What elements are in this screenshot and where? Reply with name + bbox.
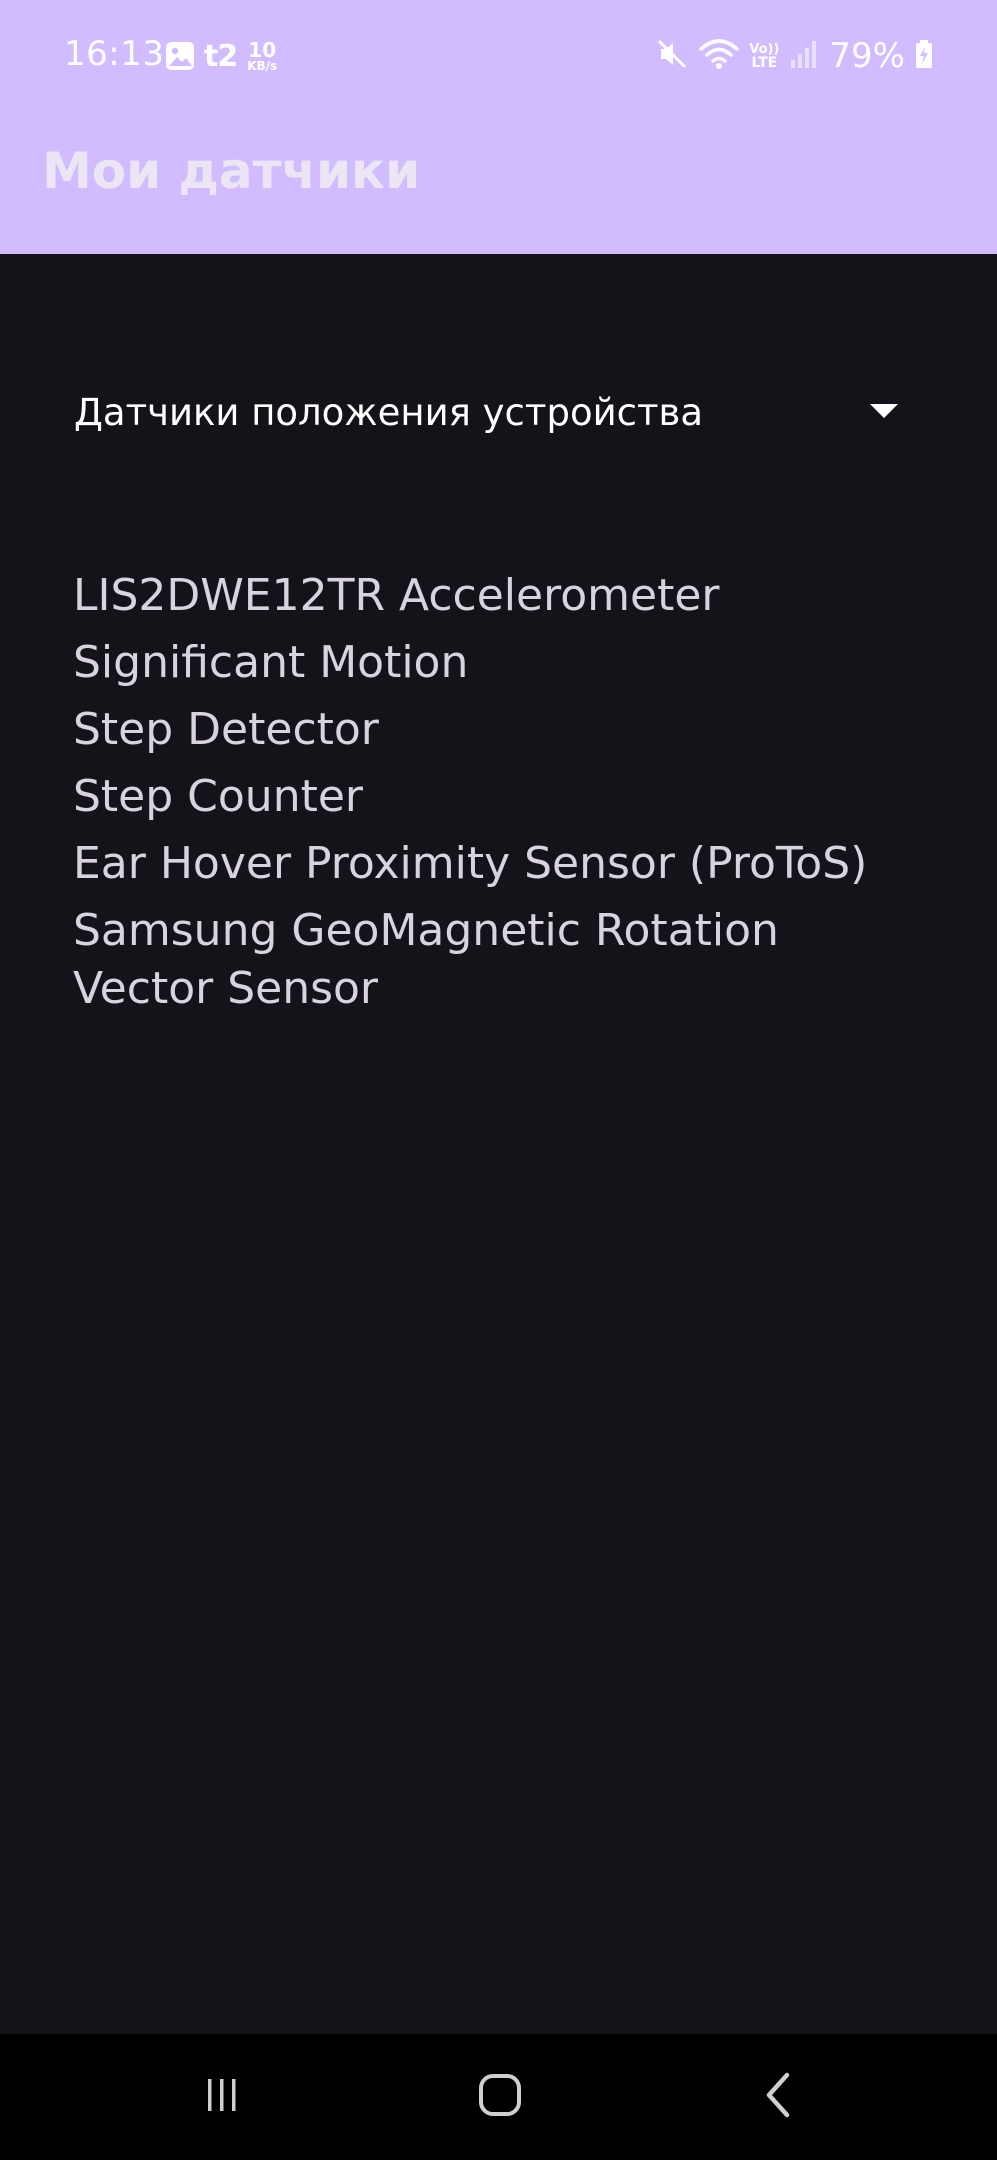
mute-icon	[655, 37, 689, 75]
status-left-icons: t2 10 KB/s	[164, 36, 277, 76]
sensor-list-item: Step Detector	[73, 704, 379, 755]
battery-charging-icon	[915, 39, 933, 73]
gallery-icon	[164, 40, 196, 72]
net-speed-value: 10	[248, 38, 277, 62]
dropdown-arrow-icon	[870, 404, 898, 418]
recents-button[interactable]	[187, 2062, 257, 2132]
net-speed-unit: KB/s	[247, 59, 278, 73]
page-title: Мои датчики	[42, 142, 420, 200]
navigation-bar	[0, 2034, 997, 2160]
sensor-list: LIS2DWE12TR Accelerometer Significant Mo…	[73, 567, 933, 1018]
carrier-t2-icon: t2	[204, 38, 238, 74]
screen: 16:13 t2 10 KB/s Vo)) LTE 79% Мои датчик…	[0, 0, 997, 2160]
sensor-list-item: Significant Motion	[73, 637, 469, 688]
volte-icon: Vo)) LTE	[749, 43, 779, 70]
spinner-selected-label: Датчики положения устройства	[74, 390, 703, 434]
sensor-category-spinner[interactable]: Датчики положения устройства	[52, 372, 912, 452]
status-right-icons: Vo)) LTE 79%	[655, 34, 933, 78]
sensor-list-item: LIS2DWE12TR Accelerometer	[73, 570, 720, 621]
app-bar: Мои датчики	[0, 112, 997, 254]
net-speed: 10 KB/s	[247, 40, 277, 72]
home-icon	[476, 2071, 524, 2123]
back-icon	[759, 2071, 799, 2123]
back-button[interactable]	[744, 2062, 814, 2132]
sensor-list-item: Step Counter	[73, 771, 363, 822]
sensor-list-item: Samsung GeoMagnetic Rotation Vector Sens…	[73, 905, 779, 1014]
top-area: 16:13 t2 10 KB/s Vo)) LTE 79% Мои датчик…	[0, 0, 997, 254]
volte-top: Vo))	[749, 41, 780, 57]
battery-percent: 79%	[829, 36, 905, 76]
home-button[interactable]	[465, 2062, 535, 2132]
sensor-list-item: Ear Hover Proximity Sensor (ProToS)	[73, 838, 868, 889]
status-time: 16:13	[64, 34, 165, 74]
recents-icon	[200, 2073, 244, 2121]
volte-bottom: LTE	[751, 54, 778, 71]
status-bar: 16:13 t2 10 KB/s Vo)) LTE 79%	[0, 0, 997, 112]
signal-icon	[789, 38, 819, 74]
wifi-icon	[699, 37, 739, 75]
